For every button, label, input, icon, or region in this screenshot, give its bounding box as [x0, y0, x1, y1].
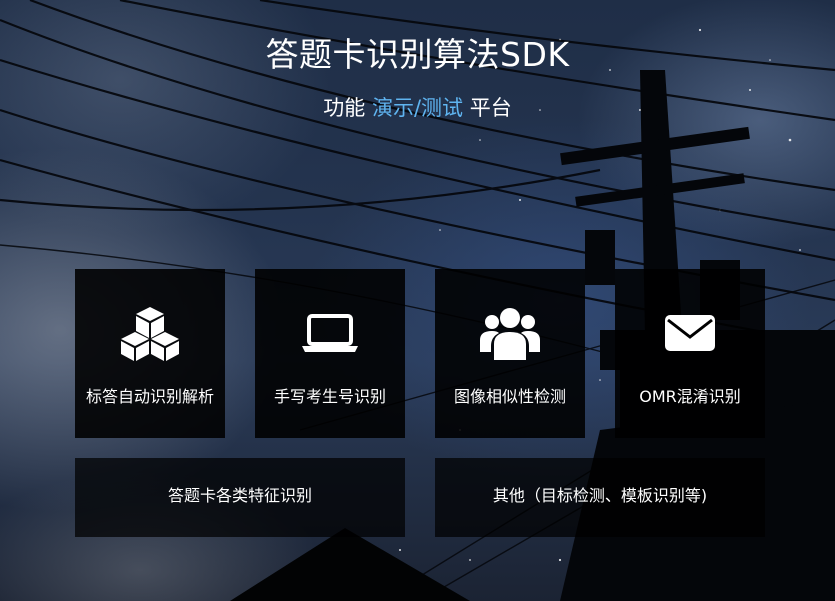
feature-tile-omr-confusion[interactable]: OMR混淆识别	[615, 269, 765, 438]
cubes-icon	[75, 305, 225, 361]
users-icon	[435, 305, 585, 361]
feature-label: 标答自动识别解析	[85, 387, 214, 406]
feature-label: 图像相似性检测	[453, 387, 566, 406]
laptop-icon	[255, 305, 405, 361]
feature-label: 答题卡各类特征识别	[167, 486, 312, 505]
page-title: 答题卡识别算法SDK	[265, 35, 570, 74]
feature-tile-answer-key-recognition[interactable]: 标答自动识别解析	[75, 269, 225, 438]
feature-label: OMR混淆识别	[639, 387, 741, 406]
envelope-icon	[615, 305, 765, 361]
subtitle-suffix: 平台	[469, 96, 512, 120]
feature-tile-image-similarity[interactable]: 图像相似性检测	[435, 269, 585, 438]
feature-tile-answer-sheet-features[interactable]: 答题卡各类特征识别	[75, 458, 405, 537]
feature-label: 其他（目标检测、模板识别等)	[492, 486, 708, 505]
subtitle-accent: 演示/测试	[371, 96, 464, 120]
feature-label: 手写考生号识别	[273, 387, 386, 406]
subtitle-prefix: 功能	[323, 96, 366, 120]
feature-tile-other[interactable]: 其他（目标检测、模板识别等)	[435, 458, 765, 537]
page-subtitle: 功能 演示/测试 平台	[0, 93, 835, 123]
feature-tile-handwritten-id-recognition[interactable]: 手写考生号识别	[255, 269, 405, 438]
